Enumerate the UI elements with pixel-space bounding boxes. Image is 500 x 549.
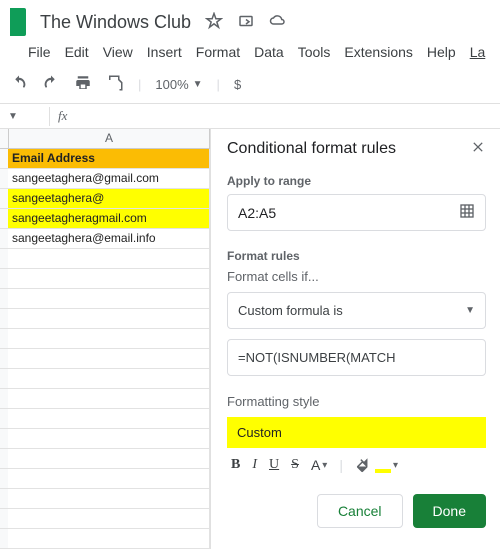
menu-extensions[interactable]: Extensions bbox=[344, 44, 412, 60]
bold-button[interactable]: B bbox=[231, 457, 240, 473]
doc-title[interactable]: The Windows Club bbox=[40, 12, 191, 33]
italic-button[interactable]: I bbox=[252, 457, 257, 473]
grid-row[interactable] bbox=[0, 409, 210, 429]
grid-row[interactable] bbox=[0, 429, 210, 449]
menu-file[interactable]: File bbox=[28, 44, 51, 60]
format-rules-label: Format rules bbox=[227, 249, 486, 263]
condition-select[interactable]: Custom formula is ▼ bbox=[227, 292, 486, 329]
undo-icon[interactable] bbox=[10, 74, 28, 95]
done-button[interactable]: Done bbox=[413, 494, 486, 528]
column-header-a[interactable]: A bbox=[8, 129, 210, 149]
name-box[interactable]: ▼ bbox=[0, 107, 50, 126]
fill-color-button[interactable]: ▾ bbox=[355, 456, 398, 474]
conditional-format-panel: Conditional format rules Apply to range … bbox=[210, 129, 500, 549]
grid-row[interactable] bbox=[0, 509, 210, 529]
menu-help[interactable]: Help bbox=[427, 44, 456, 60]
underline-button[interactable]: U bbox=[269, 457, 279, 473]
menu-truncated[interactable]: La bbox=[470, 44, 486, 60]
close-icon[interactable] bbox=[470, 139, 486, 158]
grid-row[interactable] bbox=[0, 349, 210, 369]
cancel-button[interactable]: Cancel bbox=[317, 494, 403, 528]
menu-edit[interactable]: Edit bbox=[65, 44, 89, 60]
grid-row[interactable] bbox=[0, 489, 210, 509]
grid-row[interactable] bbox=[0, 269, 210, 289]
grid-row[interactable] bbox=[0, 449, 210, 469]
grid-row[interactable] bbox=[0, 309, 210, 329]
text-color-button[interactable]: A▾ bbox=[311, 457, 327, 473]
paint-icon[interactable] bbox=[106, 74, 124, 95]
fx-icon: fx bbox=[50, 104, 75, 128]
chevron-down-icon: ▼ bbox=[465, 305, 475, 316]
redo-icon[interactable] bbox=[42, 74, 60, 95]
range-input[interactable] bbox=[238, 205, 459, 221]
menu-view[interactable]: View bbox=[103, 44, 133, 60]
grid-row[interactable]: sangeetagheragmail.com bbox=[0, 209, 210, 229]
menu-data[interactable]: Data bbox=[254, 44, 284, 60]
print-icon[interactable] bbox=[74, 74, 92, 95]
grid-row[interactable] bbox=[0, 289, 210, 309]
cloud-icon[interactable] bbox=[269, 12, 287, 33]
apply-to-range-label: Apply to range bbox=[227, 174, 486, 188]
formatting-style-label: Formatting style bbox=[227, 394, 486, 409]
menu-insert[interactable]: Insert bbox=[147, 44, 182, 60]
condition-label: Format cells if... bbox=[227, 269, 486, 284]
grid-row[interactable]: sangeetaghera@ bbox=[0, 189, 210, 209]
grid-row[interactable] bbox=[0, 469, 210, 489]
grid-row[interactable] bbox=[0, 369, 210, 389]
grid-row[interactable] bbox=[0, 389, 210, 409]
currency-button[interactable]: $ bbox=[234, 77, 241, 92]
zoom-select[interactable]: 100%▼ bbox=[155, 77, 202, 92]
toolbar: | 100%▼ | $ bbox=[0, 68, 500, 104]
star-icon[interactable] bbox=[205, 12, 223, 33]
grid-row[interactable] bbox=[0, 329, 210, 349]
grid-row[interactable] bbox=[0, 249, 210, 269]
select-range-icon[interactable] bbox=[459, 203, 475, 222]
grid-row[interactable] bbox=[0, 529, 210, 549]
formula-input[interactable]: =NOT(ISNUMBER(MATCH bbox=[227, 339, 486, 376]
spreadsheet-grid[interactable]: A Email Addresssangeetaghera@gmail.comsa… bbox=[0, 129, 210, 549]
style-preview[interactable]: Custom bbox=[227, 417, 486, 448]
grid-row[interactable]: sangeetaghera@gmail.com bbox=[0, 169, 210, 189]
grid-row[interactable]: sangeetaghera@email.info bbox=[0, 229, 210, 249]
menu-bar: File Edit View Insert Format Data Tools … bbox=[0, 40, 500, 68]
menu-format[interactable]: Format bbox=[196, 44, 240, 60]
move-icon[interactable] bbox=[237, 12, 255, 33]
strike-button[interactable]: S bbox=[291, 457, 299, 473]
sheets-logo bbox=[10, 8, 26, 36]
menu-tools[interactable]: Tools bbox=[298, 44, 331, 60]
panel-title: Conditional format rules bbox=[227, 140, 396, 158]
grid-row[interactable]: Email Address bbox=[0, 149, 210, 169]
